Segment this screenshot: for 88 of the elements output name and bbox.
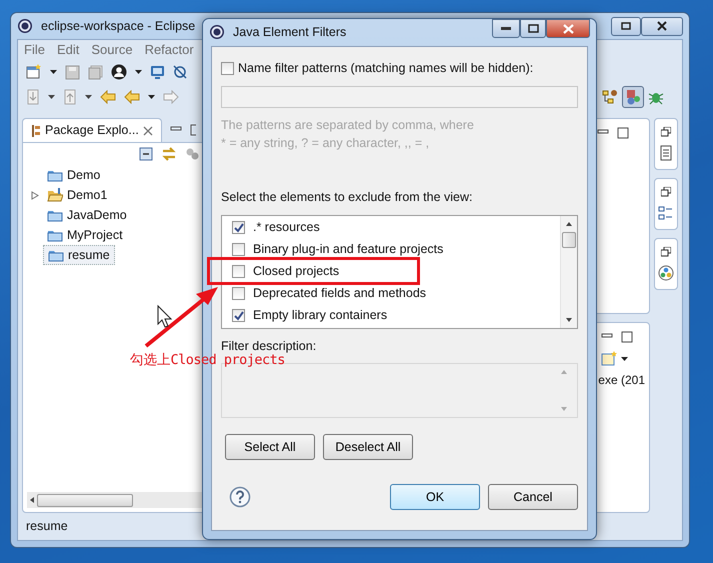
hint-text: The patterns are separated by comma, where [221,116,475,134]
close-icon[interactable] [142,126,153,136]
person-icon[interactable] [111,64,127,80]
colored-circles-icon[interactable] [658,265,674,281]
restore-icon[interactable] [661,127,671,137]
dialog-title: Java Element Filters [233,24,346,41]
filter-label: Closed projects [253,263,340,280]
monitor-icon[interactable] [150,64,165,80]
caret-icon[interactable] [135,70,142,74]
window-title: eclipse-workspace - Eclipse [41,18,196,35]
checkbox[interactable] [232,243,245,256]
maximize-icon [621,22,631,30]
filter-label: Binary plug-in and feature projects [253,241,444,258]
minimize-icon [501,27,511,30]
tree-item[interactable]: resume [43,244,115,266]
maximize-icon[interactable] [621,331,633,343]
menu-item[interactable]: Edit [50,40,86,60]
menu-item[interactable]: Refactor [138,40,200,60]
ok-button[interactable]: OK [390,484,480,510]
caret-icon[interactable] [148,95,155,99]
maximize-icon[interactable] [190,124,196,136]
close-icon [562,24,574,34]
tree-item[interactable]: MyProject [43,226,127,244]
maximize-button[interactable] [520,19,546,38]
open-folder-icon [47,187,63,203]
dots-icon[interactable] [185,147,199,161]
link-arrows-icon[interactable] [161,147,177,161]
document-lines-icon[interactable] [658,145,674,161]
perspective-button[interactable] [622,86,644,108]
new-document-icon[interactable] [26,64,42,80]
caret-icon[interactable] [85,95,92,99]
back-arrow-icon[interactable] [124,90,140,104]
caret-icon[interactable] [48,95,55,99]
console-label: exe (201 [598,372,645,389]
scrollbar-thumb[interactable] [37,494,133,507]
java-perspective-icon [625,89,641,105]
mouse-pointer-icon [158,304,172,328]
menu-item[interactable]: Source [85,40,139,60]
menu-item[interactable]: File [18,40,51,60]
view-tab[interactable]: Package Explo... [22,118,162,142]
checkbox[interactable] [232,221,245,234]
hint-text: * = any string, ? = any character, ,, = , [221,134,430,152]
section-label: Select the elements to exclude from the view: [221,188,474,206]
collapse-all-icon[interactable] [139,147,153,161]
expand-arrow-icon[interactable] [31,190,39,200]
maximize-button[interactable] [611,16,641,36]
scroll-down-arrow-icon[interactable] [565,316,573,324]
tree-item[interactable]: Demo [43,166,104,184]
filter-label: Empty library containers [253,307,388,324]
scroll-up-arrow-icon[interactable] [565,220,573,228]
eclipse-logo-icon [209,24,225,40]
section-label: Filter description: [221,338,318,354]
back-arrow-icon[interactable] [100,90,116,104]
check-mark-icon [234,310,244,320]
maximize-icon [528,24,538,33]
eclipse-logo-icon [17,18,33,34]
close-icon [657,21,667,31]
help-icon[interactable] [229,486,251,508]
new-window-icon[interactable] [601,351,617,367]
scrollbar-thumb[interactable] [562,232,576,248]
slashed-circle-icon[interactable] [173,65,187,79]
horizontal-scrollbar[interactable] [27,492,203,508]
package-explorer-icon [31,124,41,138]
filter-label: Deprecated fields and methods [253,285,426,302]
caret-icon[interactable] [621,357,628,361]
check-mark-icon [234,222,244,232]
cancel-button[interactable]: Cancel [488,484,578,510]
checkbox[interactable] [221,62,234,75]
hierarchy-icon[interactable] [602,89,618,105]
vertical-scrollbar[interactable] [560,216,577,328]
restore-icon[interactable] [661,247,671,257]
filter-label: .* resources [253,219,320,236]
maximize-icon[interactable] [617,127,629,139]
close-button[interactable] [546,19,590,38]
caret-icon[interactable] [50,70,57,74]
checkbox[interactable] [232,309,245,322]
checkbox[interactable] [232,265,245,278]
minimize-button[interactable] [492,19,520,38]
button[interactable]: Select All [225,434,315,460]
tree-item[interactable]: Demo1 [43,186,112,204]
outline-icon[interactable] [658,205,674,221]
checkbox-label: Name filter patterns (matching names will be hidden): [238,60,534,77]
close-button[interactable] [641,16,683,36]
restore-icon[interactable] [661,187,671,197]
tree-item[interactable]: JavaDemo [43,206,131,224]
button[interactable]: Deselect All [323,434,413,460]
status-text: resume [25,518,69,536]
checkbox[interactable] [232,287,245,300]
